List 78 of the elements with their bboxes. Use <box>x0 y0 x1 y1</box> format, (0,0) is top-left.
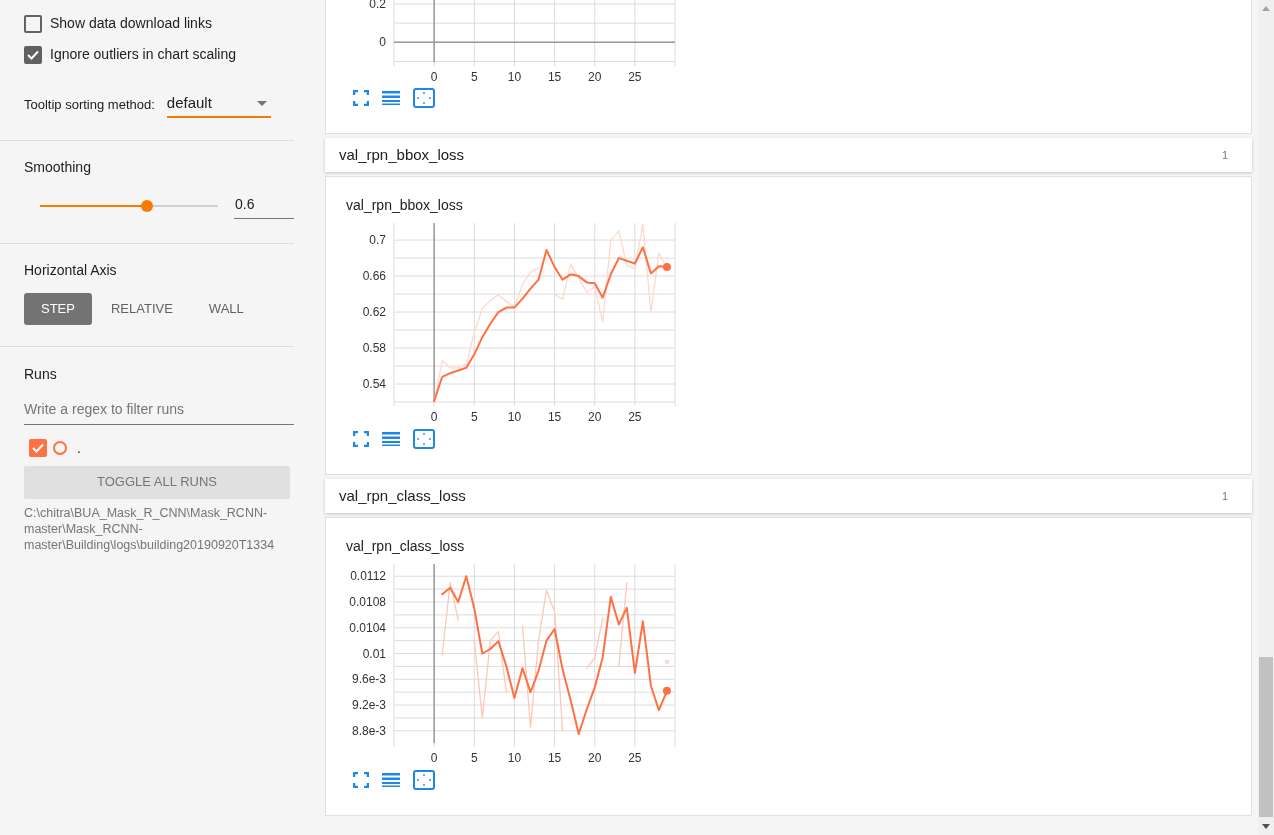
slider-thumb[interactable] <box>140 200 153 212</box>
x-tick-label: 10 <box>507 70 522 84</box>
section-title: Runs <box>24 364 58 384</box>
x-tick-label: 5 <box>470 410 478 424</box>
axis-option-tab[interactable]: STEP <box>24 292 92 325</box>
run-path: C:\chitra\BUA_Mask_R_CNN\Mask_RCNN-master\Mask_RCNN-master\Building\logs\building20190920T1334 <box>24 504 276 553</box>
x-tick-label: 25 <box>628 70 642 84</box>
checkbox[interactable] <box>24 45 42 64</box>
last-point-marker <box>662 686 671 695</box>
x-tick-label: 20 <box>588 410 602 424</box>
x-tick-label: 10 <box>507 751 522 765</box>
y-tick-label: 0 <box>379 35 386 50</box>
chart-title: val_rpn_bbox_loss <box>346 197 464 213</box>
x-tick-label: 15 <box>547 410 562 424</box>
group-header[interactable]: val_rpn_bbox_loss 1 <box>325 138 1252 172</box>
x-tick-label: 0 <box>430 70 438 84</box>
list-icon[interactable] <box>381 90 401 106</box>
axis-option-tab[interactable]: WALL <box>191 292 261 325</box>
run-filter-field[interactable]: Write a regex to filter runs <box>24 398 294 425</box>
fullscreen-icon[interactable] <box>353 772 369 788</box>
y-tick-label: 0.0108 <box>349 595 386 609</box>
fit-to-data-icon[interactable] <box>413 88 435 108</box>
section-title: Horizontal Axis <box>24 260 118 280</box>
y-tick-label: 0.66 <box>362 269 386 284</box>
fullscreen-icon[interactable] <box>353 431 369 447</box>
axis-option-tab[interactable]: RELATIVE <box>93 292 190 325</box>
y-tick-label: 0.7 <box>369 233 386 248</box>
y-tick-label: 9.6e-3 <box>351 672 386 687</box>
tooltip-sorting-label: Tooltip sorting method: <box>24 96 155 114</box>
checkmark-icon <box>32 443 44 453</box>
y-tick-label: 9.2e-3 <box>351 698 386 712</box>
chart-title: val_rpn_class_loss <box>346 538 466 554</box>
y-tick-label: 0.0112 <box>350 569 386 584</box>
x-tick-label: 15 <box>547 70 562 84</box>
scrollbar-thumb[interactable] <box>1259 657 1273 817</box>
y-tick-label: 0.01 <box>362 646 386 661</box>
group-title: val_rpn_bbox_loss <box>339 144 465 165</box>
scroll-down-arrow-icon[interactable] <box>1262 824 1270 829</box>
tooltip-sorting-dropdown[interactable]: default <box>166 92 271 118</box>
toggle-all-runs-button[interactable]: TOGGLE ALL RUNS <box>24 465 290 499</box>
y-tick-label: 0.62 <box>362 305 386 320</box>
x-tick-label: 5 <box>470 751 478 765</box>
scroll-up-arrow-icon[interactable] <box>1262 6 1270 11</box>
y-tick-label: 0.0104 <box>349 620 386 635</box>
checkbox[interactable] <box>29 439 47 457</box>
group-count: 1 <box>1221 147 1228 163</box>
x-tick-label: 10 <box>507 410 522 424</box>
scrollbar[interactable] <box>1258 0 1274 835</box>
x-tick-label: 20 <box>588 70 602 84</box>
group-header[interactable]: val_rpn_class_loss 1 <box>325 479 1252 513</box>
group-count: 1 <box>1221 488 1228 504</box>
fit-to-data-icon[interactable] <box>413 770 435 790</box>
y-tick-label: 0.58 <box>362 341 386 356</box>
x-tick-label: 25 <box>628 410 642 424</box>
y-tick-label: 8.8e-3 <box>351 723 386 738</box>
x-tick-label: 0 <box>430 751 438 765</box>
x-tick-label: 25 <box>628 751 642 765</box>
list-icon[interactable] <box>381 772 401 788</box>
dropdown-caret-icon <box>256 100 267 106</box>
x-tick-label: 5 <box>470 70 478 84</box>
checkmark-icon <box>27 49 39 60</box>
y-tick-label: 0.54 <box>362 377 386 391</box>
smoothing-slider[interactable] <box>40 199 218 213</box>
x-tick-label: 0 <box>430 410 438 424</box>
list-icon[interactable] <box>381 431 401 447</box>
x-tick-label: 20 <box>588 751 602 765</box>
run-label: . <box>77 438 81 458</box>
group-title: val_rpn_class_loss <box>339 485 466 506</box>
checkbox-label: Show data download links <box>50 14 212 33</box>
x-tick-label: 15 <box>547 751 562 765</box>
smoothing-value-field[interactable]: 0.6 <box>234 193 294 219</box>
last-point-marker <box>662 263 671 272</box>
section-title: Smoothing <box>24 157 92 177</box>
fullscreen-icon[interactable] <box>353 90 369 106</box>
y-tick-label: 0.2 <box>369 0 386 11</box>
fit-to-data-icon[interactable] <box>413 429 435 449</box>
checkbox-label: Ignore outliers in chart scaling <box>50 45 236 64</box>
checkbox[interactable] <box>24 14 42 33</box>
